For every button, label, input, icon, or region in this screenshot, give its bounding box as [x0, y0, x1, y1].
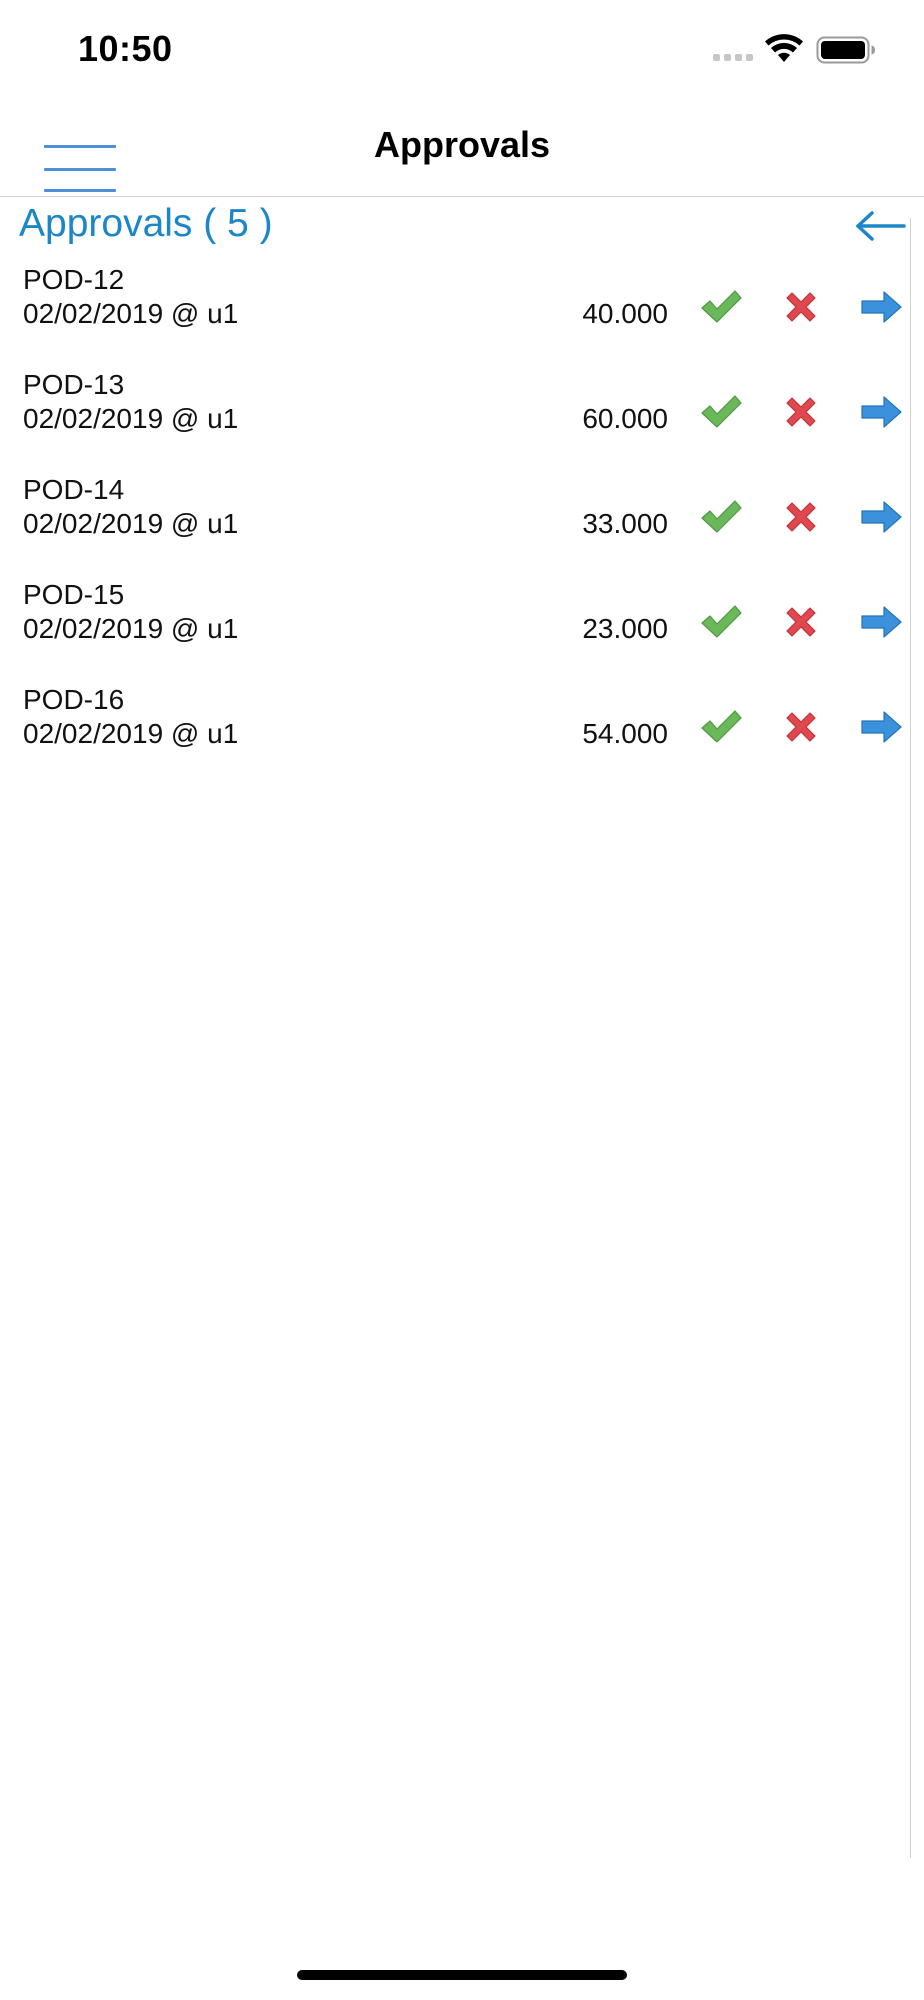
- approval-row[interactable]: POD-16 02/02/2019 @ u1 54.000: [0, 678, 910, 783]
- approvals-list: POD-12 02/02/2019 @ u1 40.000 POD-13 02/…: [0, 258, 910, 783]
- forward-arrow-icon: [861, 711, 902, 743]
- approval-id: POD-13: [23, 369, 125, 400]
- approval-row[interactable]: POD-15 02/02/2019 @ u1 23.000: [0, 573, 910, 678]
- approval-row[interactable]: POD-12 02/02/2019 @ u1 40.000: [0, 258, 910, 363]
- approval-id: POD-12: [23, 264, 125, 295]
- reject-button[interactable]: [778, 599, 824, 645]
- forward-arrow-icon: [861, 396, 902, 428]
- forward-arrow-icon: [861, 606, 902, 638]
- cross-icon: [786, 292, 816, 322]
- approval-id: POD-14: [23, 474, 125, 505]
- checkmark-icon: [701, 290, 742, 323]
- approval-meta: 02/02/2019 @ u1: [23, 298, 239, 329]
- signal-dots-icon: [713, 54, 753, 61]
- reject-button[interactable]: [778, 284, 824, 330]
- reject-button[interactable]: [778, 494, 824, 540]
- wifi-icon: [765, 34, 803, 62]
- open-button[interactable]: [858, 704, 904, 750]
- approval-amount: 54.000: [582, 718, 668, 749]
- nav-bar: Approvals: [0, 100, 924, 197]
- approve-button[interactable]: [698, 599, 744, 645]
- status-bar: 10:50: [0, 0, 924, 100]
- page-title: Approvals: [373, 124, 551, 165]
- cross-icon: [786, 397, 816, 427]
- open-button[interactable]: [858, 494, 904, 540]
- approval-row[interactable]: POD-13 02/02/2019 @ u1 60.000: [0, 363, 910, 468]
- section-title: Approvals ( 5 ): [19, 202, 273, 245]
- cross-icon: [786, 712, 816, 742]
- reject-button[interactable]: [778, 704, 824, 750]
- open-button[interactable]: [858, 284, 904, 330]
- status-time: 10:50: [78, 28, 173, 69]
- home-indicator[interactable]: [297, 1970, 627, 1980]
- open-button[interactable]: [858, 599, 904, 645]
- cross-icon: [786, 607, 816, 637]
- approval-amount: 60.000: [582, 403, 668, 434]
- approval-meta: 02/02/2019 @ u1: [23, 613, 239, 644]
- scroll-track: [910, 218, 911, 1858]
- approval-amount: 40.000: [582, 298, 668, 329]
- checkmark-icon: [701, 605, 742, 638]
- checkmark-icon: [701, 500, 742, 533]
- section-header: Approvals ( 5 ): [0, 198, 924, 254]
- approve-button[interactable]: [698, 284, 744, 330]
- approval-meta: 02/02/2019 @ u1: [23, 508, 239, 539]
- approval-meta: 02/02/2019 @ u1: [23, 403, 239, 434]
- back-arrow-icon[interactable]: [854, 208, 906, 244]
- checkmark-icon: [701, 710, 742, 743]
- forward-arrow-icon: [861, 291, 902, 323]
- reject-button[interactable]: [778, 389, 824, 435]
- battery-icon: [816, 36, 875, 64]
- checkmark-icon: [701, 395, 742, 428]
- approval-id: POD-16: [23, 684, 125, 715]
- open-button[interactable]: [858, 389, 904, 435]
- cross-icon: [786, 502, 816, 532]
- approval-amount: 33.000: [582, 508, 668, 539]
- approval-meta: 02/02/2019 @ u1: [23, 718, 239, 749]
- approval-amount: 23.000: [582, 613, 668, 644]
- forward-arrow-icon: [861, 501, 902, 533]
- approval-row[interactable]: POD-14 02/02/2019 @ u1 33.000: [0, 468, 910, 573]
- approve-button[interactable]: [698, 704, 744, 750]
- approve-button[interactable]: [698, 389, 744, 435]
- approval-id: POD-15: [23, 579, 125, 610]
- approve-button[interactable]: [698, 494, 744, 540]
